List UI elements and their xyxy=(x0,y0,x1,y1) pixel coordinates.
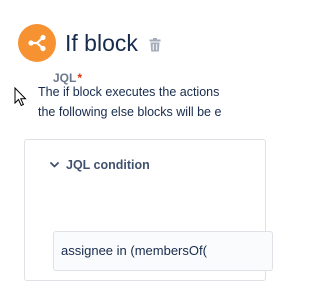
page-title: If block xyxy=(65,30,138,56)
chevron-down-icon[interactable] xyxy=(50,162,59,168)
jql-input-value: assignee in (membersOf( xyxy=(61,243,207,258)
trash-icon[interactable] xyxy=(149,38,161,52)
jql-label-text: JQL xyxy=(53,71,77,85)
description-line-1: The if block executes the actions xyxy=(38,85,220,99)
required-marker: * xyxy=(77,71,83,85)
branch-icon xyxy=(18,24,56,62)
description-line-2: the following else blocks will be e xyxy=(38,105,222,119)
jql-condition-header[interactable]: JQL condition xyxy=(25,140,265,190)
block-header: If block xyxy=(18,24,161,62)
mouse-cursor-icon xyxy=(14,86,28,112)
block-description: The if block executes the actions the fo… xyxy=(38,82,242,122)
jql-condition-title: JQL condition xyxy=(66,158,150,172)
jql-field-label: JQL* xyxy=(53,71,82,85)
